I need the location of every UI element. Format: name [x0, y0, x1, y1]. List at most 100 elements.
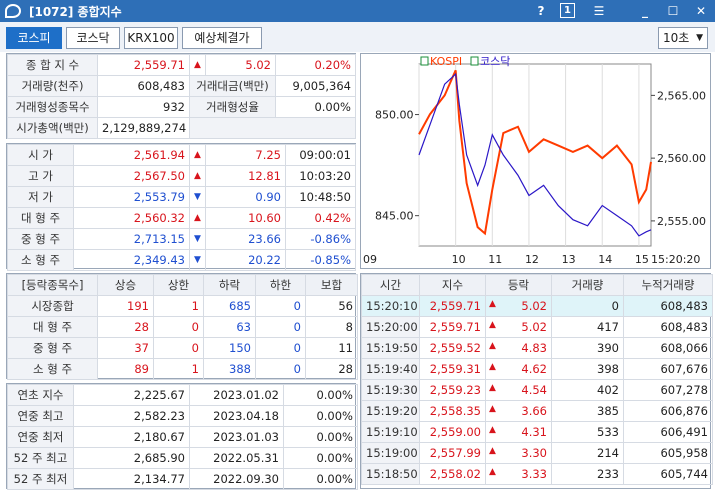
history-value: 2023.01.03	[189, 426, 284, 448]
screen-number-button[interactable]: 1	[560, 3, 575, 18]
price-row: 저 가 2,553.79 ▼ 0.90 10:48:50	[7, 186, 356, 208]
tick-row[interactable]: 15:19:30 2,559.23 ▲ 4.54 402 607,278	[361, 379, 713, 401]
index-chart: 09 10 11 12 13 14 15 15:20:20 850.00 845.00 2,565.…	[360, 53, 711, 269]
tick-cum-volume: 608,066	[623, 337, 713, 359]
price-row: 소 형 주 2,349.43 ▼ 20.22 -0.85%	[7, 249, 356, 271]
x-tick-label: 13	[562, 253, 576, 266]
breadth-value: 63	[203, 316, 256, 338]
window-title: [1072] 종합지수	[29, 4, 122, 19]
tab-expected[interactable]: 예상체결가	[182, 27, 262, 49]
breadth-header: [등락종목수]	[7, 274, 98, 296]
tick-index: 2,559.71	[419, 295, 486, 317]
tick-volume: 214	[551, 442, 624, 464]
history-value: 0.00%	[283, 468, 358, 490]
x-tick-label: 11	[488, 253, 502, 266]
breadth-header: 하락	[203, 274, 256, 296]
toolbar: 코스피 코스닥 KRX100 예상체결가 10초 ▼	[0, 22, 715, 52]
tick-index: 2,559.31	[419, 358, 486, 380]
breadth-value: 28	[97, 316, 154, 338]
kospi-line	[418, 69, 652, 236]
maximize-icon[interactable]: ☐	[664, 2, 682, 20]
tick-row[interactable]: 15:19:00 2,557.99 ▲ 3.30 214 605,958	[361, 442, 713, 464]
traded-count-label: 거래형성종목수	[7, 96, 98, 118]
tick-cum-volume: 606,876	[623, 400, 713, 422]
price-pct: -0.86%	[285, 228, 356, 250]
price-value: 2,560.32	[73, 207, 190, 229]
tick-volume: 0	[551, 295, 624, 317]
breadth-header: 상승	[97, 274, 154, 296]
volume-value: 608,483	[97, 75, 190, 97]
price-value: 2,553.79	[73, 186, 190, 208]
tick-row[interactable]: 15:19:50 2,559.52 ▲ 4.83 390 608,066	[361, 337, 713, 359]
tick-time: 15:19:50	[361, 337, 420, 359]
down-arrow-icon: ▼	[189, 249, 206, 271]
breadth-header: 보합	[305, 274, 358, 296]
tick-volume: 402	[551, 379, 624, 401]
history-label: 연초 지수	[7, 384, 74, 406]
breadth-value: 388	[203, 358, 256, 380]
tick-row[interactable]: 15:18:50 2,558.02 ▲ 3.33 233 605,744	[361, 463, 713, 485]
app-logo-icon	[5, 4, 21, 18]
amount-value: 9,005,364	[275, 75, 356, 97]
traded-rate-value: 0.00%	[275, 96, 356, 118]
breadth-value: 8	[305, 316, 358, 338]
tick-volume: 398	[551, 358, 624, 380]
history-row: 연중 최저 2,180.67 2023.01.03 0.00%	[7, 426, 358, 448]
tick-header: 지수	[419, 274, 486, 296]
tick-cum-volume: 605,744	[623, 463, 713, 485]
tab-kospi[interactable]: 코스피	[6, 27, 62, 49]
tick-change-value: 5.02	[521, 320, 547, 334]
history-value: 2022.09.30	[189, 468, 284, 490]
price-change: 20.22	[205, 249, 286, 271]
right-tick-label: 2,565.00	[657, 89, 706, 102]
empty-cell	[189, 117, 356, 139]
close-icon[interactable]: ✕	[692, 2, 710, 20]
tick-row[interactable]: 15:19:10 2,559.00 ▲ 4.31 533 606,491	[361, 421, 713, 443]
x-tick-label: 12	[525, 253, 539, 266]
breadth-row: 소 형 주 89 1 388 0 28	[7, 358, 358, 380]
tick-change: ▲ 3.30	[485, 442, 552, 464]
price-change: 23.66	[205, 228, 286, 250]
tick-row[interactable]: 15:19:40 2,559.31 ▲ 4.62 398 607,676	[361, 358, 713, 380]
time-label: 15:20:20	[651, 253, 700, 266]
history-value: 2,225.67	[73, 384, 190, 406]
tick-cum-volume: 607,278	[623, 379, 713, 401]
price-time: 10:48:50	[285, 186, 356, 208]
tick-change: ▲ 5.02	[485, 295, 552, 317]
tick-row[interactable]: 15:19:20 2,558.35 ▲ 3.66 385 606,876	[361, 400, 713, 422]
price-label: 소 형 주	[7, 249, 74, 271]
price-row: 대 형 주 2,560.32 ▲ 10.60 0.42%	[7, 207, 356, 229]
help-button[interactable]: ?	[532, 2, 550, 20]
tick-change: ▲ 4.31	[485, 421, 552, 443]
tick-time: 15:20:10	[361, 295, 420, 317]
tick-cum-volume: 605,958	[623, 442, 713, 464]
tick-header: 거래량	[551, 274, 624, 296]
tick-time: 15:18:50	[361, 463, 420, 485]
tick-change-value: 3.33	[521, 467, 547, 481]
history-value: 0.00%	[283, 447, 358, 469]
breadth-value: 0	[255, 316, 306, 338]
interval-select[interactable]: 10초 ▼	[658, 27, 708, 49]
up-arrow-icon: ▲	[189, 54, 206, 76]
price-value: 2,567.50	[73, 165, 190, 187]
breadth-header: 상한	[153, 274, 204, 296]
breadth-header: 하한	[255, 274, 306, 296]
breadth-value: 0	[255, 358, 306, 380]
tick-row[interactable]: 15:20:00 2,559.71 ▲ 5.02 417 608,483	[361, 316, 713, 338]
tab-kosdaq[interactable]: 코스닥	[66, 27, 120, 49]
tab-krx100[interactable]: KRX100	[124, 27, 178, 49]
minimize-icon[interactable]: _	[636, 2, 654, 20]
breadth-value: 1	[153, 295, 204, 317]
tick-volume: 533	[551, 421, 624, 443]
menu-icon[interactable]: ☰	[590, 2, 608, 20]
x-tick-label: 14	[598, 253, 612, 266]
history-value: 2,685.90	[73, 447, 190, 469]
price-label: 저 가	[7, 186, 74, 208]
tick-header: 누적거래량	[623, 274, 713, 296]
right-tick-label: 2,560.00	[657, 152, 706, 165]
tick-time: 15:19:30	[361, 379, 420, 401]
tick-change: ▲ 4.83	[485, 337, 552, 359]
tick-change-value: 4.83	[521, 341, 547, 355]
tick-row[interactable]: 15:20:10 2,559.71 ▲ 5.02 0 608,483	[361, 295, 713, 317]
legend-kosdaq: 코스닥	[480, 55, 510, 68]
